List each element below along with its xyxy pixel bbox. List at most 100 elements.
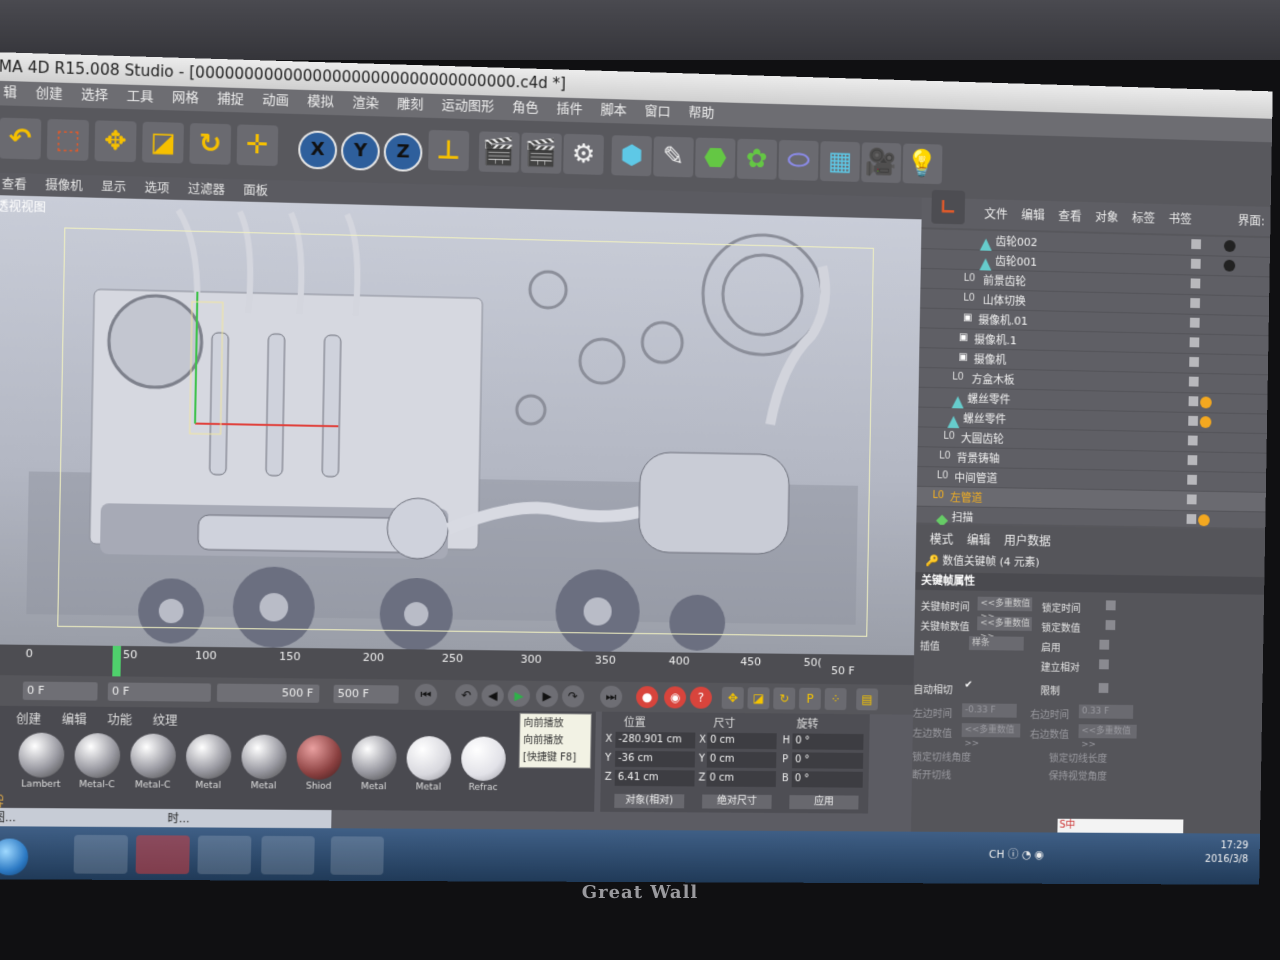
key-time-field[interactable]: <<多重数值>> bbox=[977, 596, 1033, 623]
clamp-checkbox[interactable] bbox=[1098, 683, 1109, 693]
tag-icon[interactable] bbox=[1199, 416, 1212, 429]
coordinate-mode-select[interactable]: 对象(相对) bbox=[614, 793, 685, 809]
material-swatch[interactable]: Metal bbox=[238, 732, 290, 791]
visibility-toggle[interactable] bbox=[1187, 455, 1198, 466]
taskbar-app-cinema4d[interactable] bbox=[260, 835, 315, 875]
layout-toggle-icon[interactable]: ∟ bbox=[931, 189, 966, 225]
render-view-icon[interactable]: 🎬 bbox=[478, 131, 520, 173]
z-size-field[interactable]: 0 cm bbox=[706, 770, 777, 788]
view-menu-view[interactable]: 查看 bbox=[0, 173, 36, 197]
right-time-field[interactable]: 0.33 F bbox=[1078, 704, 1134, 719]
menu-window[interactable]: 窗口 bbox=[635, 100, 679, 125]
material-tag-icon[interactable] bbox=[1223, 259, 1236, 272]
menu-script[interactable]: 脚本 bbox=[591, 99, 635, 124]
z-axis-lock[interactable]: Z bbox=[383, 132, 423, 173]
material-swatch[interactable]: Metal-C bbox=[71, 731, 124, 790]
play-forward-icon[interactable]: ▶ bbox=[507, 684, 531, 707]
material-tag-icon[interactable] bbox=[1223, 239, 1236, 253]
auto-tangent-check-icon[interactable]: ✔ bbox=[964, 680, 972, 691]
next-frame-icon[interactable]: ▶ bbox=[535, 684, 559, 708]
x-position-field[interactable]: -280.901 cm bbox=[615, 731, 696, 749]
taskbar-app-netease[interactable] bbox=[135, 835, 190, 875]
minimized-window[interactable]: 图... bbox=[0, 810, 16, 826]
visibility-toggle[interactable] bbox=[1188, 376, 1199, 387]
size-mode-select[interactable]: 绝对尺寸 bbox=[702, 794, 772, 809]
render-settings-icon[interactable]: ⚙ bbox=[563, 133, 604, 175]
ime-toolbar[interactable]: S中 bbox=[1057, 818, 1184, 834]
am-menu-userdata[interactable]: 用户数据 bbox=[1004, 534, 1051, 549]
minimized-window[interactable]: 时... bbox=[167, 811, 189, 827]
move-icon[interactable]: ✥ bbox=[94, 120, 137, 163]
language-indicator[interactable]: CH bbox=[989, 848, 1005, 861]
view-menu-panel[interactable]: 面板 bbox=[234, 179, 277, 202]
menu-snap[interactable]: 捕捉 bbox=[208, 87, 254, 113]
material-swatch[interactable]: Metal bbox=[403, 734, 455, 793]
menu-animate[interactable]: 动画 bbox=[253, 88, 298, 114]
coordinate-system-icon[interactable]: ⊥ bbox=[428, 129, 470, 172]
om-menu-view[interactable]: 查看 bbox=[1058, 209, 1082, 223]
menu-tools[interactable]: 工具 bbox=[117, 84, 163, 110]
cube-icon[interactable]: ⬢ bbox=[611, 135, 652, 177]
scale-icon[interactable]: ◪ bbox=[142, 121, 184, 164]
visibility-toggle[interactable] bbox=[1189, 356, 1200, 367]
taskbar-app-explorer[interactable] bbox=[197, 835, 252, 875]
undo-icon[interactable]: ↶ bbox=[0, 117, 42, 160]
keyframe-properties-section[interactable]: 关键帧属性 bbox=[915, 572, 1265, 595]
rotate-icon[interactable]: ↻ bbox=[189, 123, 232, 165]
menu-help[interactable]: 帮助 bbox=[679, 101, 723, 126]
view-menu-display[interactable]: 显示 bbox=[92, 175, 136, 199]
menu-character[interactable]: 角色 bbox=[503, 96, 548, 121]
left-value-field[interactable]: <<多重数值>> bbox=[961, 723, 1021, 749]
y-size-field[interactable]: 0 cm bbox=[706, 751, 777, 769]
material-swatch[interactable]: Refrac bbox=[458, 734, 509, 793]
visibility-toggle[interactable] bbox=[1190, 278, 1201, 289]
visibility-toggle[interactable] bbox=[1187, 474, 1197, 485]
material-menu-texture[interactable]: 纹理 bbox=[153, 713, 178, 727]
visibility-toggle[interactable] bbox=[1189, 337, 1200, 348]
material-swatch[interactable]: Metal-C bbox=[127, 731, 180, 791]
deformer-icon[interactable]: ⬭ bbox=[778, 139, 819, 181]
p-rotation-field[interactable]: 0 ° bbox=[791, 752, 864, 769]
camera-icon[interactable]: 🎥 bbox=[861, 142, 902, 184]
tag-icon[interactable] bbox=[1200, 396, 1212, 409]
render-picture-viewer-icon[interactable]: 🎬 bbox=[520, 132, 562, 174]
live-select-icon[interactable]: ⬚ bbox=[46, 118, 90, 161]
material-menu-create[interactable]: 创建 bbox=[16, 712, 41, 727]
right-value-field[interactable]: <<多重数值>> bbox=[1078, 724, 1137, 750]
visibility-toggle[interactable] bbox=[1186, 494, 1197, 505]
material-menu-edit[interactable]: 编辑 bbox=[62, 712, 87, 726]
menu-select[interactable]: 选择 bbox=[72, 83, 118, 109]
end-frame-field[interactable]: 500 F bbox=[333, 684, 399, 704]
menu-create[interactable]: 创建 bbox=[26, 82, 72, 108]
timeline-playhead[interactable] bbox=[112, 645, 122, 677]
record-rotation-icon[interactable]: ↻ bbox=[773, 687, 796, 710]
view-menu-cameras[interactable]: 摄像机 bbox=[36, 174, 92, 198]
x-size-field[interactable]: 0 cm bbox=[707, 732, 777, 750]
lock-time-checkbox[interactable] bbox=[1105, 600, 1116, 611]
material-menu-function[interactable]: 功能 bbox=[107, 713, 132, 727]
menu-mesh[interactable]: 网格 bbox=[163, 86, 209, 112]
clock[interactable]: 17:29 2016/3/8 bbox=[1205, 839, 1249, 867]
material-swatch[interactable]: Shiod bbox=[293, 733, 345, 792]
keyframe-selection-icon[interactable]: ? bbox=[689, 686, 713, 709]
enable-checkbox[interactable] bbox=[1099, 639, 1110, 650]
z-position-field[interactable]: 6.41 cm bbox=[614, 769, 695, 787]
taskbar-app-aftereffects[interactable] bbox=[330, 836, 384, 875]
make-relative-checkbox[interactable] bbox=[1099, 659, 1109, 670]
menu-sculpt[interactable]: 雕刻 bbox=[388, 92, 433, 117]
record-parameter-icon[interactable]: P bbox=[798, 687, 821, 710]
left-time-field[interactable]: -0.33 F bbox=[961, 703, 1017, 718]
menu-mograph[interactable]: 运动图形 bbox=[432, 94, 503, 120]
menu-simulate[interactable]: 模拟 bbox=[298, 90, 343, 116]
record-position-icon[interactable]: ✥ bbox=[721, 686, 744, 710]
om-menu-tags[interactable]: 标签 bbox=[1132, 211, 1155, 225]
record-pla-icon[interactable]: ⁘ bbox=[824, 687, 847, 711]
om-menu-edit[interactable]: 编辑 bbox=[1021, 208, 1045, 222]
lock-value-checkbox[interactable] bbox=[1105, 620, 1116, 631]
floor-icon[interactable]: ▦ bbox=[819, 141, 861, 182]
previous-frame-icon[interactable]: ◀ bbox=[481, 684, 504, 707]
interpolation-icon[interactable]: ▤ bbox=[856, 688, 879, 711]
menu-plugins[interactable]: 插件 bbox=[547, 97, 592, 122]
recent-tool-icon[interactable]: ✛ bbox=[236, 124, 279, 167]
am-menu-mode[interactable]: 模式 bbox=[930, 533, 954, 547]
